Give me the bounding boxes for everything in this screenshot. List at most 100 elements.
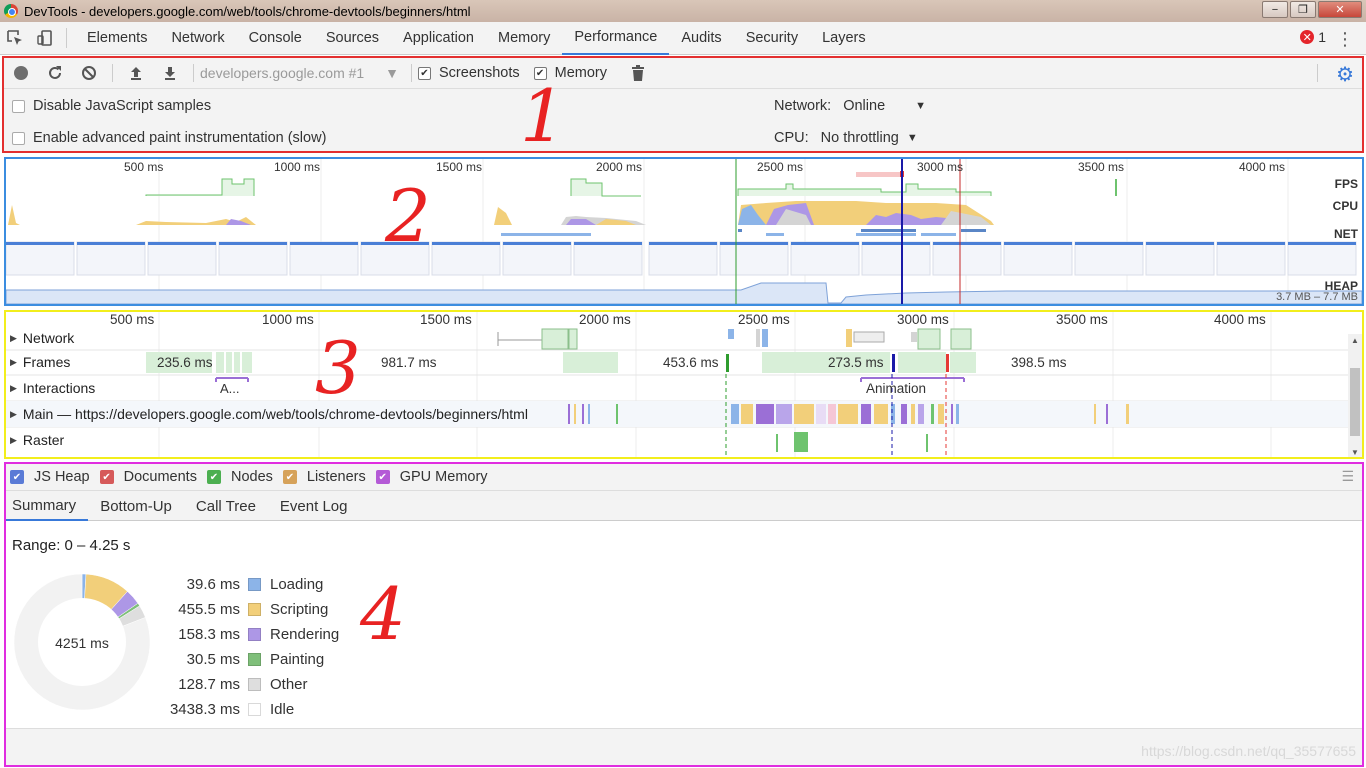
recording-target-select[interactable]: developers.google.com #1 ▼ [200,65,405,81]
timeline-overview[interactable]: 500 ms 1000 ms 1500 ms 2000 ms 2500 ms 3… [4,157,1364,306]
overview-tick: 3500 ms [1078,160,1125,174]
record-button[interactable] [4,58,38,88]
save-profile-button[interactable] [153,58,187,88]
scroll-thumb[interactable] [1350,368,1360,436]
track-interactions-label: Interactions [22,380,96,396]
maximize-button[interactable]: ❐ [1290,1,1316,18]
tab-performance[interactable]: Performance [562,22,670,55]
tab-audits[interactable]: Audits [669,22,733,55]
legend-swatch [248,603,261,616]
interaction-animation-label[interactable]: Animation [866,381,926,396]
toolbar-separator [1317,64,1318,82]
interaction-label[interactable]: A... [220,381,240,396]
js-heap-checkbox[interactable]: ✔ [10,470,24,484]
legend-swatch [248,578,261,591]
frame-time[interactable]: 453.6 ms [663,355,719,370]
tab-bottom-up[interactable]: Bottom-Up [94,491,184,521]
download-icon [165,67,175,80]
load-profile-button[interactable] [119,58,153,88]
counter-label: Listeners [306,469,366,485]
screenshots-label: Screenshots [439,65,520,81]
track-interactions[interactable]: ▶ Interactions [10,380,95,396]
resize-handle-icon[interactable]: ☰ [1341,468,1354,485]
legend-row-idle: 3438.3 ms Idle [156,697,339,722]
overview-tick: 2000 ms [596,160,643,174]
annotation-number: 3 [315,326,361,410]
tab-memory[interactable]: Memory [486,22,562,55]
track-main-label: Main — https://developers.google.com/web… [22,406,528,422]
expand-triangle-icon: ▶ [10,434,17,445]
chevron-down-icon: ▼ [906,132,918,144]
watermark: https://blog.csdn.net/qq_35577655 [1141,743,1356,759]
error-counter[interactable]: ✕ 1 [1300,29,1326,45]
garbage-collect-button[interactable] [621,58,655,88]
tab-event-log[interactable]: Event Log [274,491,360,521]
legend-value: 39.6 ms [186,576,240,593]
reload-icon [49,66,61,79]
frame-time[interactable]: 398.5 ms [1011,355,1067,370]
documents-checkbox[interactable]: ✔ [99,470,114,484]
summary-legend: 39.6 ms Loading 455.5 ms Scripting 158.3 m… [156,572,339,722]
track-network[interactable]: ▶ Network [10,330,74,346]
device-toolbar-icon[interactable] [30,23,60,53]
overview-tick: 3000 ms [917,160,964,174]
cpu-label: CPU: [774,130,809,146]
window-controls: − ❐ ✕ [1262,1,1362,18]
track-frames-label: Frames [22,354,71,370]
counter-label: Nodes [230,469,273,485]
net-label: NET [1334,227,1358,241]
cpu-throttling-select[interactable]: No throttling [821,130,899,146]
tab-call-tree[interactable]: Call Tree [190,491,268,521]
scroll-down-icon[interactable]: ▼ [1351,448,1359,457]
legend-row-scripting: 455.5 ms Scripting [156,597,339,622]
screenshots-checkbox[interactable]: ✔ [418,66,431,80]
flame-tick: 4000 ms [1214,312,1266,327]
tab-elements[interactable]: Elements [75,22,159,55]
nodes-checkbox[interactable]: ✔ [206,470,221,484]
error-count: 1 [1318,29,1326,45]
tab-network[interactable]: Network [159,22,236,55]
flame-chart[interactable]: 500 ms 1000 ms 1500 ms 2000 ms 2500 ms 3… [4,310,1364,459]
legend-label: Other [270,676,308,693]
legend-swatch [248,628,261,641]
advanced-paint-checkbox[interactable] [12,131,25,145]
legend-label: Painting [270,651,325,668]
toolbar-separator [193,64,194,82]
flame-scrollbar[interactable]: ▲ ▼ [1348,334,1362,457]
track-raster[interactable]: ▶ Raster [10,432,64,448]
heap-range: 3.7 MB – 7.7 MB [1276,291,1358,303]
gpu-memory-checkbox[interactable]: ✔ [375,470,390,484]
tab-security[interactable]: Security [734,22,810,55]
capture-settings-gear-icon[interactable]: ⚙ [1336,62,1354,87]
more-options-icon[interactable]: ⋮ [1336,26,1354,52]
cpu-throttling: CPU: No throttling ▼ [774,130,918,146]
frame-time[interactable]: 235.6 ms [157,355,213,370]
overview-tick: 1500 ms [436,160,483,174]
reload-record-button[interactable] [38,58,72,88]
listeners-checkbox[interactable]: ✔ [282,470,297,484]
track-frames[interactable]: ▶ Frames [10,354,70,370]
legend-row-loading: 39.6 ms Loading [156,572,339,597]
overview-tick: 2500 ms [757,160,804,174]
legend-value: 3438.3 ms [169,701,240,718]
tab-application[interactable]: Application [391,22,486,55]
expand-triangle-icon: ▶ [10,332,17,343]
minimize-button[interactable]: − [1262,1,1288,18]
inspect-element-icon[interactable] [0,23,30,53]
tab-summary[interactable]: Summary [6,491,89,521]
tab-sources[interactable]: Sources [314,22,391,55]
annotation-number: 4 [360,572,406,656]
tab-layers[interactable]: Layers [810,22,878,55]
disable-js-samples-checkbox[interactable] [12,99,25,113]
clear-button[interactable] [72,58,106,88]
legend-value: 30.5 ms [186,651,240,668]
frame-time[interactable]: 981.7 ms [381,355,437,370]
close-button[interactable]: ✕ [1318,1,1362,18]
devtools-tabbar: Elements Network Console Sources Applica… [0,22,1366,55]
network-throttling-select[interactable]: Online [843,98,885,114]
tab-console[interactable]: Console [237,22,314,55]
frame-time[interactable]: 273.5 ms [828,355,884,370]
scroll-up-icon[interactable]: ▲ [1351,336,1359,345]
record-icon [14,66,28,80]
track-main[interactable]: ▶ Main — https://developers.google.com/we… [10,406,528,422]
